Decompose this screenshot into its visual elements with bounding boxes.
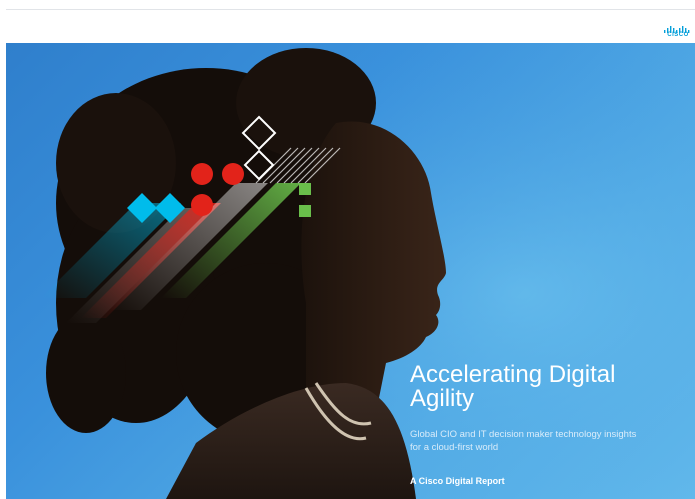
- report-title-line-2: Agility: [410, 385, 475, 412]
- hero-cover-image: Accelerating Digital Agility Global CIO …: [6, 43, 695, 499]
- report-subtitle-line-2: for a cloud-first world: [410, 442, 499, 453]
- report-subtitle-line-1: Global CIO and IT decision maker technol…: [410, 429, 637, 440]
- report-title: Accelerating Digital Agility: [410, 363, 690, 411]
- cisco-logo[interactable]: CISCO: [663, 22, 693, 44]
- report-subtitle: Global CIO and IT decision maker technol…: [410, 428, 695, 454]
- report-label: A Cisco Digital Report: [410, 476, 505, 486]
- report-cover-page: CISCO Accelerating Digital Agility Globa…: [0, 0, 695, 499]
- logo-wordmark: CISCO: [667, 32, 689, 38]
- report-title-line-1: Accelerating Digital: [410, 361, 616, 388]
- page-header: CISCO: [6, 9, 695, 44]
